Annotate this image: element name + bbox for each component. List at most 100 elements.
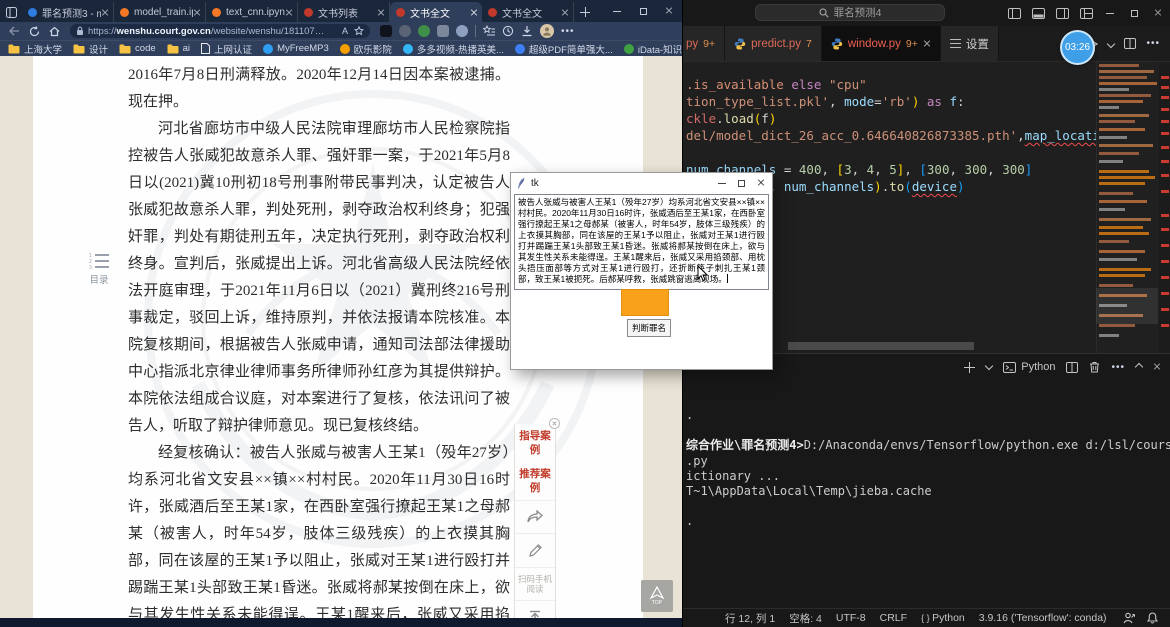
- bookmark-item[interactable]: code: [119, 43, 156, 54]
- toggle-sidebar-icon[interactable]: [1002, 0, 1026, 26]
- extension-icon[interactable]: [437, 25, 449, 37]
- tab-close-icon[interactable]: [377, 8, 385, 16]
- browser-tab[interactable]: 文书全文: [482, 2, 574, 22]
- minimap-slider[interactable]: [1096, 288, 1158, 324]
- bookmark-item[interactable]: iData-知识检索: [624, 42, 682, 56]
- toggle-panel-icon[interactable]: [1026, 0, 1050, 26]
- editor-more-icon[interactable]: •••: [1146, 38, 1160, 49]
- terminal-profile-dropdown-icon[interactable]: [985, 361, 993, 369]
- bookmark-item[interactable]: MyFreeMP3: [263, 43, 329, 54]
- editor-tab[interactable]: predict.py7: [725, 26, 822, 61]
- status-item[interactable]: { } Python: [921, 612, 965, 624]
- share-icon[interactable]: [515, 500, 555, 533]
- command-center-search[interactable]: 罪名预测4: [755, 4, 945, 21]
- bookmark-item[interactable]: 多多视频-热播英美...: [403, 42, 504, 56]
- status-item[interactable]: 3.9.16 ('Tensorflow': conda): [979, 612, 1107, 624]
- collections-icon[interactable]: [483, 25, 495, 37]
- bookmark-item[interactable]: 欧乐影院: [340, 42, 392, 56]
- tab-close-icon[interactable]: [193, 8, 201, 16]
- maximize-button[interactable]: [630, 0, 656, 22]
- browser-tab[interactable]: model_train.ip: [114, 2, 206, 22]
- terminal-line: .: [686, 514, 1156, 529]
- tab-close-icon[interactable]: [561, 8, 569, 16]
- back-to-top-icon[interactable]: [515, 600, 555, 618]
- read-aloud-icon[interactable]: A: [342, 26, 348, 36]
- profile-avatar[interactable]: [540, 24, 554, 38]
- qr-read-label[interactable]: 扫码手机阅读: [515, 567, 555, 600]
- vscode-close-button[interactable]: [1146, 0, 1170, 26]
- bookmark-item[interactable]: 上海大学: [8, 42, 62, 56]
- extension-icon[interactable]: [418, 25, 430, 37]
- bookmark-item[interactable]: 超级PDF简单强大...: [515, 42, 613, 56]
- panel-close-icon[interactable]: [549, 418, 560, 429]
- favorite-star-icon[interactable]: [354, 26, 364, 36]
- browser-tab[interactable]: 罪名预测3 - m: [22, 2, 114, 22]
- side-panel-link[interactable]: 指导案例: [515, 424, 555, 462]
- correction-pen-icon[interactable]: [515, 533, 555, 567]
- bookmark-item[interactable]: 设计: [73, 42, 108, 56]
- tk-title-bar[interactable]: tk: [511, 173, 772, 193]
- horizontal-scrollbar[interactable]: [788, 342, 974, 350]
- text-caret: [727, 274, 728, 283]
- close-button[interactable]: [656, 0, 682, 22]
- browser-tab[interactable]: 文书列表: [298, 2, 390, 22]
- extension-icon[interactable]: [399, 25, 411, 37]
- editor-tab[interactable]: py9+: [683, 26, 725, 61]
- refresh-icon[interactable]: [24, 23, 44, 39]
- tk-maximize-icon[interactable]: [738, 180, 745, 187]
- status-item[interactable]: UTF-8: [836, 612, 866, 624]
- scroll-top-button[interactable]: TOP: [641, 580, 673, 612]
- customize-layout-icon[interactable]: [1074, 0, 1098, 26]
- new-tab-button[interactable]: [580, 7, 590, 17]
- toggle-secondary-sidebar-icon[interactable]: [1050, 0, 1074, 26]
- vscode-minimize-button[interactable]: [1098, 0, 1122, 26]
- terminal-panel[interactable]: Python ••• . 综合作业\罪名预测4>D:/Anaconda/envs…: [683, 353, 1170, 608]
- minimize-button[interactable]: [604, 0, 630, 22]
- status-item[interactable]: 行 12, 列 1: [725, 611, 775, 626]
- close-panel-icon[interactable]: [1153, 363, 1162, 372]
- tk-minimize-icon[interactable]: [718, 183, 726, 184]
- back-icon[interactable]: [4, 23, 24, 39]
- split-editor-icon[interactable]: [1124, 38, 1136, 49]
- predict-button[interactable]: [621, 289, 669, 316]
- browser-tab[interactable]: 文书全文: [390, 2, 482, 22]
- toc-button[interactable]: 123 目录: [84, 252, 114, 286]
- translate-icon[interactable]: [456, 25, 468, 37]
- editor-tab[interactable]: window.py9+: [822, 26, 941, 61]
- tab-close-icon[interactable]: [101, 8, 109, 16]
- home-icon[interactable]: [44, 23, 64, 39]
- accounts-icon[interactable]: [1123, 612, 1135, 624]
- minimap-mark: [1099, 170, 1149, 173]
- split-terminal-icon[interactable]: [1066, 362, 1078, 373]
- screen-recorder-badge[interactable]: 03:26: [1060, 30, 1095, 65]
- maximize-panel-icon[interactable]: [1135, 363, 1143, 371]
- run-dropdown-icon[interactable]: [1107, 39, 1115, 47]
- status-item[interactable]: 空格: 4: [789, 611, 822, 626]
- browser-menu-icon[interactable]: •••: [561, 26, 575, 37]
- terminal-tab[interactable]: Python: [1003, 361, 1055, 373]
- status-item[interactable]: CRLF: [880, 612, 907, 624]
- error-mark: [1161, 96, 1169, 99]
- case-text-input[interactable]: 被告人张威与被害人王某1（殁年27岁）均系河北省文安县××镇××村村民。2020…: [514, 194, 769, 290]
- error-mark: [1161, 146, 1169, 149]
- tk-close-icon[interactable]: [757, 179, 766, 188]
- vertical-tabs-icon[interactable]: [0, 2, 22, 22]
- bookmark-item[interactable]: 上网认证: [201, 42, 252, 56]
- extension-icon[interactable]: [380, 25, 392, 37]
- history-icon[interactable]: [502, 25, 514, 37]
- notifications-bell-icon[interactable]: [1147, 612, 1158, 624]
- document-paragraph: 2016年7月8日刑满释放。2020年12月14日因本案被逮捕。现在押。: [128, 62, 510, 116]
- terminal-more-icon[interactable]: •••: [1111, 362, 1125, 373]
- address-bar[interactable]: https://wenshu.court.gov.cn/website/wens…: [70, 24, 370, 38]
- tab-close-icon[interactable]: [923, 40, 931, 48]
- tab-close-icon[interactable]: [285, 8, 293, 16]
- download-icon[interactable]: [521, 25, 533, 37]
- tab-close-icon[interactable]: [470, 8, 478, 16]
- side-panel-link[interactable]: 推荐案例: [515, 462, 555, 500]
- editor-tab[interactable]: 设置: [941, 26, 999, 61]
- new-terminal-icon[interactable]: [964, 362, 975, 373]
- browser-tab[interactable]: text_cnn.ipynb: [206, 2, 298, 22]
- kill-terminal-icon[interactable]: [1089, 361, 1100, 373]
- vscode-maximize-button[interactable]: [1122, 0, 1146, 26]
- bookmark-item[interactable]: ai: [167, 43, 190, 54]
